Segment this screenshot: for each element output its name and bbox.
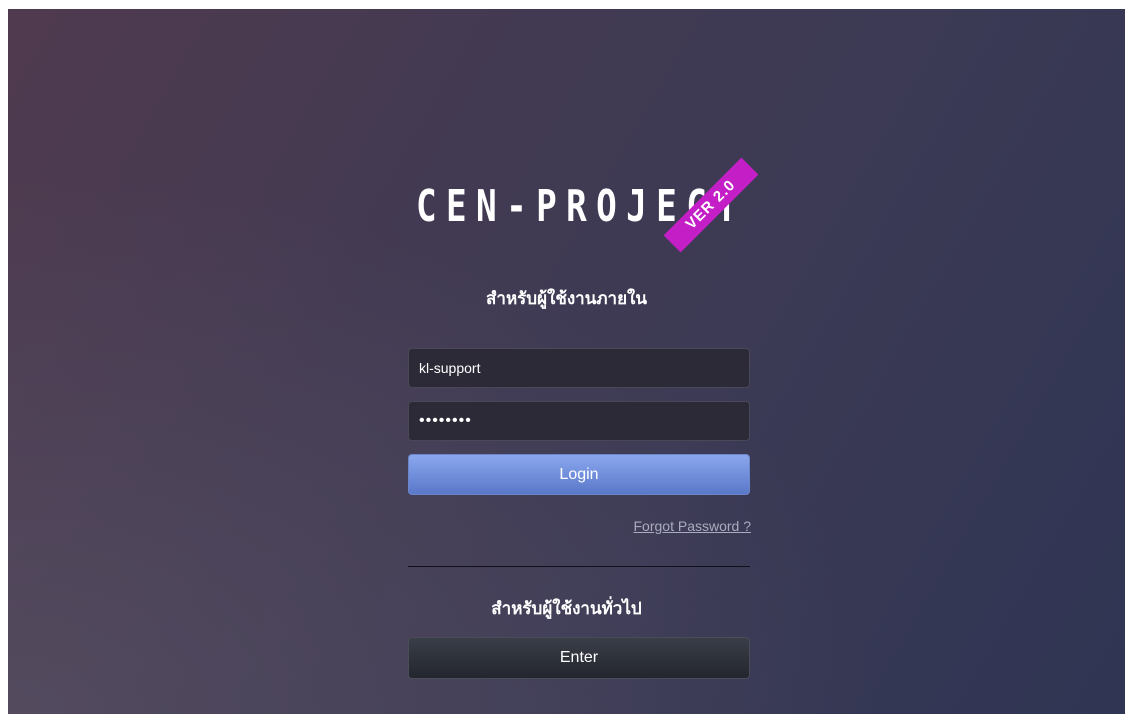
- password-input[interactable]: [408, 401, 750, 441]
- forgot-password-link[interactable]: Forgot Password ?: [408, 518, 752, 534]
- cen-project-logo: CEN-PROJECT VER 2.0: [408, 157, 768, 253]
- username-input[interactable]: [408, 348, 750, 388]
- internal-users-title: สำหรับผู้ใช้งานภายใน: [486, 289, 647, 309]
- login-button[interactable]: Login: [408, 454, 750, 495]
- enter-button[interactable]: Enter: [408, 637, 750, 679]
- general-users-title: สำหรับผู้ใช้งานทั่วไป: [491, 599, 642, 619]
- login-page: CEN-PROJECT VER 2.0 สำหรับผู้ใช้งานภายใน…: [8, 9, 1125, 714]
- section-divider: [408, 566, 750, 567]
